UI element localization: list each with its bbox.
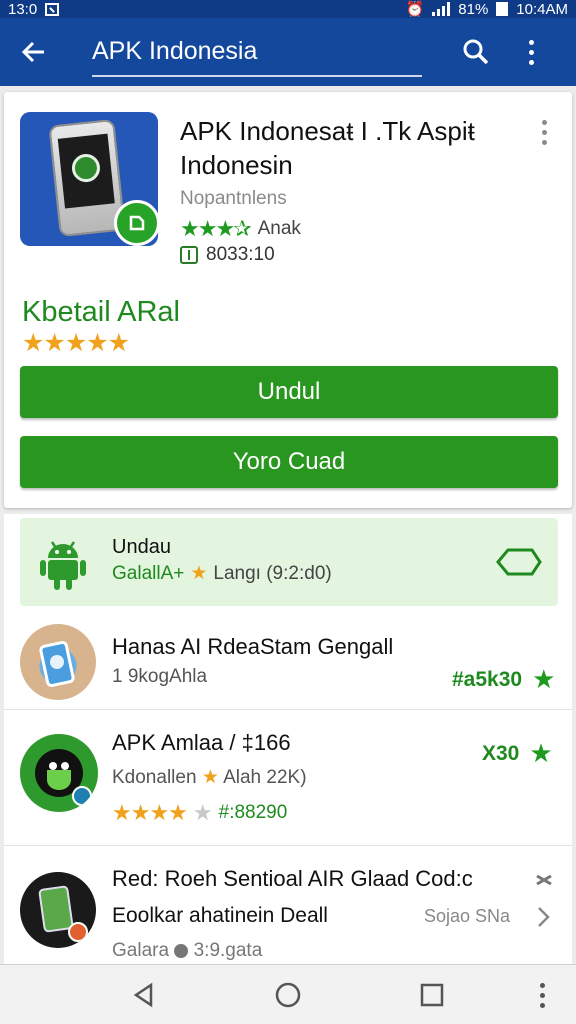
list-sub-left: Kdonallen <box>112 767 197 788</box>
status-time: 13:0 <box>8 0 38 18</box>
price-text: #a5k30 <box>452 667 523 691</box>
list-item[interactable]: Hanas AI RdeaStam Gengall 1 9kogAhla #a5… <box>4 614 572 710</box>
list-line3-right: 3:9.gata <box>193 940 263 961</box>
size-text: 8033:10 <box>206 244 275 265</box>
rating-row: ★★★✰ Anak <box>180 216 301 242</box>
size-row: 8033:10 <box>180 244 275 266</box>
star-icon: ★ <box>190 563 208 584</box>
rating-empty-star: ★ <box>192 800 213 825</box>
list-item-price: X30 ★ <box>482 738 553 769</box>
secondary-button[interactable]: Yoro Cuad <box>20 436 558 488</box>
list-item-title: Hanas AI RdeaStam Gengall <box>112 634 394 659</box>
app-avatar <box>20 872 96 948</box>
install-button[interactable]: Undul <box>20 366 558 418</box>
search-field[interactable] <box>92 27 422 77</box>
app-publisher[interactable]: Nopantnlens <box>180 188 287 210</box>
star-icon: ★ <box>532 664 556 694</box>
list-sub-right: Alah 22K) <box>223 767 307 788</box>
tag-icon[interactable] <box>494 546 542 583</box>
download-size-icon <box>180 246 198 264</box>
list-item-line2-right: Sojao SNa <box>424 906 511 926</box>
app-icon <box>20 112 160 246</box>
dismiss-icon[interactable] <box>534 870 554 895</box>
detail-stars: ★★★★★ <box>22 329 130 357</box>
speed-icon <box>174 943 189 958</box>
status-bar: 13:0 ⏰ 81% 10:4AM <box>0 0 576 18</box>
app-bar <box>0 18 576 86</box>
rating-stars: ★★★✰ <box>180 216 252 241</box>
nav-recents-icon[interactable] <box>416 979 448 1011</box>
list-item[interactable]: Red: Roeh Sentioal AIR Glaad Cod:c Eoolk… <box>4 846 572 964</box>
list-item-title: Red: Roeh Sentioal AIR Glaad Cod:c <box>112 866 473 891</box>
list-item-line3: Galara 3:9.gata <box>112 940 262 962</box>
star-icon: ★ <box>201 767 219 788</box>
battery-icon <box>496 2 509 16</box>
detail-heading: Kbetail ARal <box>22 296 180 328</box>
back-arrow-icon[interactable] <box>8 26 60 78</box>
content-rating: Anak <box>257 218 301 239</box>
price-text: X30 <box>482 741 520 765</box>
battery-percent: 81% <box>458 0 489 18</box>
star-icon: ★ <box>529 738 553 768</box>
rating-stars: ★★★★ <box>112 800 188 825</box>
android-icon <box>38 538 88 595</box>
highlight-sub-left: GalallA+ <box>112 562 185 584</box>
app-avatar <box>20 734 98 812</box>
list-item-price: #a5k30 ★ <box>452 664 555 695</box>
more-options-icon[interactable] <box>542 120 547 145</box>
highlight-title: Undau <box>112 536 171 558</box>
nav-back-icon[interactable] <box>128 979 160 1011</box>
app-avatar <box>20 624 96 700</box>
nav-menu-icon[interactable] <box>526 979 558 1011</box>
signal-icon <box>432 2 451 16</box>
list-item-rating: ★★★★ ★ #:88290 <box>112 800 287 826</box>
app-detail-card: APK Indonesaŧ I .Tk Aspiŧ Indonesin Nopa… <box>4 92 572 508</box>
app-title: APK Indonesaŧ I .Tk Aspiŧ Indonesin <box>180 116 475 180</box>
app-list: Undau GalallA+ ★ Langı (9:2:d0) Hanas AI… <box>4 514 572 964</box>
highlight-subtitle: GalallA+ ★ Langı (9:2:d0) <box>112 562 332 585</box>
system-nav-bar <box>0 964 576 1024</box>
list-item[interactable]: APK Amlaa / ‡166 Kdonallen ★ Alah 22K) X… <box>4 710 572 846</box>
list-item-line2: Eoolkar ahatinein Deall <box>112 904 328 927</box>
install-badge-icon <box>114 200 160 246</box>
list-item-subtitle: 1 9kogAhla <box>112 666 208 687</box>
alarm-icon: ⏰ <box>405 1 425 18</box>
rating-code: #:88290 <box>218 802 288 823</box>
nav-home-icon[interactable] <box>272 979 304 1011</box>
search-input[interactable] <box>92 36 422 66</box>
highlight-sub-right: Langı (9:2:d0) <box>213 562 332 584</box>
status-clock: 10:4AM <box>516 0 568 18</box>
list-item-subtitle: Kdonallen ★ Alah 22K) <box>112 766 307 789</box>
search-icon[interactable] <box>454 30 498 74</box>
chevron-right-icon[interactable] <box>536 906 552 933</box>
list-line3-left: Galara <box>112 940 170 961</box>
list-item-title: APK Amlaa / ‡166 <box>112 730 291 755</box>
notification-icon <box>45 2 60 16</box>
overflow-menu-icon[interactable] <box>516 30 546 74</box>
highlighted-list-item[interactable]: Undau GalallA+ ★ Langı (9:2:d0) <box>20 518 558 606</box>
